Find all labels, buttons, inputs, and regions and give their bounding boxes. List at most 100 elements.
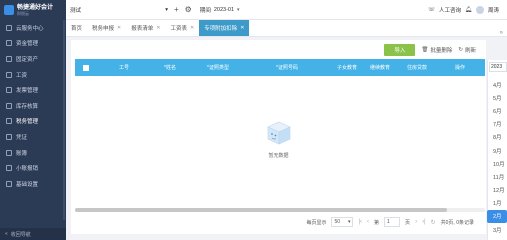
tab-tax-filing[interactable]: 税务申报 ✕ — [87, 20, 126, 36]
sidebar-item-payroll[interactable]: 工资 — [0, 67, 66, 83]
expense-icon — [6, 165, 12, 172]
tabs-more-icon[interactable]: » — [500, 30, 503, 36]
column-header[interactable]: *姓名 — [147, 64, 193, 71]
column-header[interactable]: 子女教育 — [331, 64, 363, 71]
period-label: 期间 — [199, 7, 211, 14]
page-input[interactable]: 1 — [384, 217, 401, 227]
tab-label: 工资表 — [170, 26, 187, 32]
sidebar-item-settings[interactable]: 基础设置 — [0, 176, 66, 192]
sidebar: 畅捷通好会计 财税云 云服务中心 资金管理 固定资产 工资 发票管理 库存核算 … — [0, 0, 66, 240]
close-icon[interactable]: ✕ — [117, 25, 121, 31]
column-header[interactable]: 住房贷款 — [397, 64, 437, 71]
month-item[interactable]: 4月 — [487, 78, 507, 91]
sidebar-item-ledger[interactable]: 账簿 — [0, 145, 66, 161]
collapse-nav-button[interactable]: « 收回导航 — [0, 228, 66, 240]
tab-label: 首页 — [71, 26, 83, 32]
refresh-page-icon[interactable]: ↻ — [431, 219, 436, 226]
month-list: 4月5月6月7月8月9月10月11月12月1月2月3月4月 — [487, 78, 507, 240]
column-header[interactable]: 继续教育 — [363, 64, 397, 71]
close-icon[interactable]: ✕ — [156, 25, 160, 31]
account-selector[interactable]: 测试 ▾ — [70, 6, 168, 14]
logo-subtitle: 财税云 — [17, 10, 29, 16]
calendar-year[interactable]: 2023 — [489, 62, 507, 72]
sidebar-item-label: 发票管理 — [16, 88, 39, 95]
sidebar-item-label: 税务管理 — [16, 119, 39, 126]
logo-title: 畅捷通好会计 — [17, 4, 54, 11]
next-page-icon[interactable]: › — [415, 219, 417, 225]
import-button[interactable]: 导入 — [384, 43, 416, 56]
sidebar-item-label: 工资 — [16, 72, 28, 79]
month-item[interactable]: 8月 — [487, 131, 507, 144]
refresh-icon: ↻ — [458, 46, 463, 53]
sidebar-item-assets[interactable]: 固定资产 — [0, 51, 66, 67]
add-icon[interactable]: + — [174, 5, 179, 14]
month-item[interactable]: 6月 — [487, 104, 507, 117]
empty-state: 暂无数据 — [71, 120, 486, 159]
tab-bar: 首页 税务申报 ✕ 报表清单 ✕ 工资表 ✕ 专项附加扣除 ✕ » — [66, 20, 507, 37]
ledger-icon — [6, 149, 12, 156]
scrollbar-thumb[interactable] — [75, 208, 447, 212]
sidebar-scrollbar[interactable] — [63, 20, 65, 220]
sidebar-item-cloud[interactable]: 云服务中心 — [0, 20, 66, 36]
trash-icon: 🗑︎ — [421, 46, 429, 53]
sidebar-item-label: 凭证 — [16, 134, 28, 141]
user-name[interactable]: 周涛 — [488, 6, 499, 14]
tab-report-list[interactable]: 报表清单 ✕ — [126, 20, 165, 36]
select-all-checkbox[interactable] — [83, 64, 89, 71]
month-item[interactable]: 7月 — [487, 118, 507, 131]
month-item[interactable]: 9月 — [487, 144, 507, 157]
close-icon[interactable]: ✕ — [190, 25, 194, 31]
app-logo[interactable]: 畅捷通好会计 财税云 — [0, 0, 66, 20]
tab-payroll[interactable]: 工资表 ✕ — [165, 20, 199, 36]
close-icon[interactable]: ✕ — [240, 25, 244, 31]
month-item[interactable]: 4月 — [487, 236, 507, 240]
sidebar-item-label: 云服务中心 — [16, 25, 44, 32]
column-header[interactable]: 工号 — [101, 64, 147, 71]
period-chevron-icon[interactable]: ▾ — [237, 7, 240, 13]
batch-delete-button[interactable]: 🗑︎ 批量删除 — [421, 46, 452, 54]
chevron-down-icon: ▾ — [347, 219, 351, 225]
month-item[interactable]: 10月 — [487, 157, 507, 170]
prev-page-icon[interactable]: ‹ — [367, 219, 369, 225]
gear-icon[interactable]: ⚙ — [185, 5, 192, 14]
month-item[interactable]: 3月 — [487, 223, 507, 236]
first-page-icon[interactable]: |‹ — [358, 219, 362, 225]
tax-icon — [6, 118, 12, 125]
period-value[interactable]: 2023-01 — [214, 7, 234, 13]
page-suffix: 页 — [405, 219, 411, 226]
month-item[interactable]: 1月 — [487, 197, 507, 210]
horizontal-scrollbar[interactable] — [75, 208, 485, 212]
sidebar-item-voucher[interactable]: 凭证 — [0, 129, 66, 145]
sidebar-item-inventory[interactable]: 库存核算 — [0, 98, 66, 114]
support-link[interactable]: 人工咨询 — [439, 6, 461, 14]
month-item[interactable]: 12月 — [487, 184, 507, 197]
bell-icon[interactable]: 🔔︎ — [465, 7, 472, 13]
avatar[interactable] — [475, 5, 484, 14]
refresh-button[interactable]: ↻ 刷新 — [458, 46, 476, 54]
column-header[interactable]: *证照类型 — [193, 64, 243, 71]
page-input-value: 1 — [387, 219, 390, 225]
month-item[interactable]: 2月 — [487, 209, 507, 224]
account-name: 测试 — [70, 7, 82, 14]
month-item[interactable]: 11月 — [487, 170, 507, 183]
month-item[interactable]: 5月 — [487, 91, 507, 104]
page-size-select[interactable]: 50 ▾ — [331, 217, 354, 227]
tab-label: 报表清单 — [131, 26, 154, 32]
headset-icon: ☏ — [428, 6, 435, 13]
sidebar-item-invoice[interactable]: 发票管理 — [0, 82, 66, 98]
sidebar-item-label: 库存核算 — [16, 103, 39, 110]
toolbar: 导入 🗑︎ 批量删除 ↻ 刷新 — [71, 40, 486, 59]
refresh-label: 刷新 — [464, 47, 476, 54]
inventory-icon — [6, 102, 12, 109]
sidebar-item-expense[interactable]: 小账报销 — [0, 160, 66, 176]
tab-special-deduction[interactable]: 专项附加扣除 ✕ — [199, 20, 250, 36]
sidebar-item-tax[interactable]: 税务管理 — [0, 114, 66, 130]
column-header[interactable]: 操作 — [437, 64, 483, 71]
wallet-icon — [6, 40, 12, 47]
sidebar-item-funds[interactable]: 资金管理 — [0, 36, 66, 52]
sidebar-item-label: 固定资产 — [16, 56, 39, 63]
tab-home[interactable]: 首页 — [66, 20, 87, 36]
batch-delete-label: 批量删除 — [430, 47, 453, 54]
last-page-icon[interactable]: ›| — [422, 219, 426, 225]
column-header[interactable]: *证照号码 — [243, 64, 331, 71]
